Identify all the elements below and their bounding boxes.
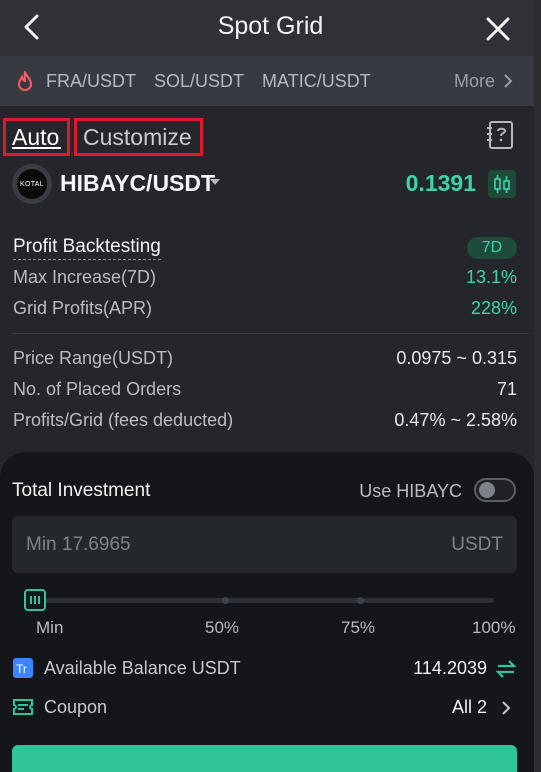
stat-value: 13.1% [465, 267, 517, 287]
caret-down-icon[interactable] [209, 178, 221, 186]
investment-input[interactable] [12, 516, 412, 573]
token-logo: KOTAL [12, 164, 52, 204]
stat-label: Price Range(USDT) [13, 348, 174, 368]
stat-row-max-increase: Max Increase(7D) 13.1% [0, 263, 541, 294]
total-investment-label: Total Investment [12, 480, 151, 501]
page-title: Spot Grid [217, 12, 324, 40]
transfer-token-icon: Tr [12, 657, 34, 679]
stat-label: No. of Placed Orders [13, 379, 182, 399]
stat-label: Grid Profits(APR) [13, 298, 153, 318]
close-icon [486, 17, 510, 41]
swap-icon [496, 660, 516, 678]
stat-value: 0.47% ~ 2.58% [394, 410, 517, 430]
slider-label-100: 100% [472, 618, 516, 637]
tab-customize[interactable]: Customize [74, 118, 203, 156]
coupon-value: All 2 [451, 697, 487, 717]
pair-selector[interactable]: KOTAL HIBAYC/USDT 0.1391 [0, 164, 541, 216]
backtest-header-row: Profit Backtesting 7D [0, 232, 541, 263]
stat-value: 228% [470, 298, 517, 318]
investment-field: USDT [12, 516, 517, 573]
pair-name[interactable]: HIBAYC/USDT [60, 170, 215, 197]
active-tab-underline [12, 147, 61, 149]
period-badge[interactable]: 7D [467, 237, 517, 259]
slider-track[interactable] [24, 598, 494, 603]
stat-value: 71 [496, 379, 517, 399]
spot-grid-screen: Spot Grid FRA/USDT SOL/USDT MATIC/USDT M… [0, 0, 541, 772]
chevron-right-icon[interactable] [495, 697, 517, 719]
available-balance-row: Tr Available Balance USDT 114.2039 [12, 655, 517, 683]
more-pairs-button[interactable]: More [454, 71, 513, 92]
hot-pair-item[interactable]: MATIC/USDT [262, 71, 371, 92]
candlestick-chart-button[interactable] [488, 170, 516, 198]
investment-sheet: Total Investment Use HIBAYC USDT Min 50%… [0, 452, 534, 772]
use-token-label: Use HIBAYC [359, 481, 462, 501]
slider-label-75: 75% [341, 618, 376, 637]
mode-tabs: Auto Customize [0, 106, 541, 164]
slider-mark-75[interactable] [357, 597, 364, 604]
guide-icon[interactable] [485, 120, 515, 150]
right-edge [534, 0, 541, 772]
available-balance-label: Available Balance USDT [44, 658, 241, 678]
token-logo-text: KOTAL [17, 169, 47, 199]
svg-text:Tr: Tr [16, 662, 27, 676]
candlestick-icon [494, 175, 510, 193]
backtest-title[interactable]: Profit Backtesting [13, 236, 161, 260]
divider [12, 333, 529, 334]
available-balance-value: 114.2039 [413, 658, 487, 678]
toggle-knob [479, 482, 495, 498]
investment-unit: USDT [451, 534, 503, 555]
slider-label-50: 50% [205, 618, 240, 637]
slider-mark-50[interactable] [222, 597, 229, 604]
stat-row-price-range: Price Range(USDT) 0.0975 ~ 0.315 [0, 344, 541, 375]
fire-icon [16, 70, 36, 92]
coupon-row[interactable]: Coupon All 2 [12, 694, 517, 722]
pair-price: 0.1391 [405, 170, 476, 196]
hot-pair-item[interactable]: SOL/USDT [154, 71, 244, 92]
backtest-stats: Profit Backtesting 7D Max Increase(7D) 1… [0, 232, 541, 437]
create-button[interactable] [12, 745, 517, 772]
chevron-right-icon [504, 74, 513, 88]
slider-label-min: Min [36, 618, 64, 637]
stat-row-grid-profits: Grid Profits(APR) 228% [0, 294, 541, 325]
close-button[interactable] [483, 14, 513, 44]
coupon-icon [12, 696, 34, 718]
stat-row-orders: No. of Placed Orders 71 [0, 375, 541, 406]
stat-label: Profits/Grid (fees deducted) [13, 410, 234, 430]
use-token-toggle[interactable] [474, 478, 516, 502]
stat-label: Max Increase(7D) [13, 267, 157, 287]
tab-auto[interactable]: Auto [3, 118, 70, 156]
stat-row-profit-per-grid: Profits/Grid (fees deducted) 0.47% ~ 2.5… [0, 406, 541, 437]
investment-slider[interactable] [24, 588, 494, 612]
transfer-button[interactable] [495, 658, 517, 680]
hot-pair-item[interactable]: FRA/USDT [46, 71, 136, 92]
tab-customize-label: Customize [83, 123, 192, 150]
stat-value: 0.0975 ~ 0.315 [396, 348, 517, 368]
coupon-label: Coupon [44, 697, 108, 717]
more-label: More [453, 70, 495, 91]
header: Spot Grid [0, 0, 541, 56]
hot-pairs-bar: FRA/USDT SOL/USDT MATIC/USDT More [0, 56, 541, 106]
slider-thumb[interactable] [24, 589, 46, 611]
